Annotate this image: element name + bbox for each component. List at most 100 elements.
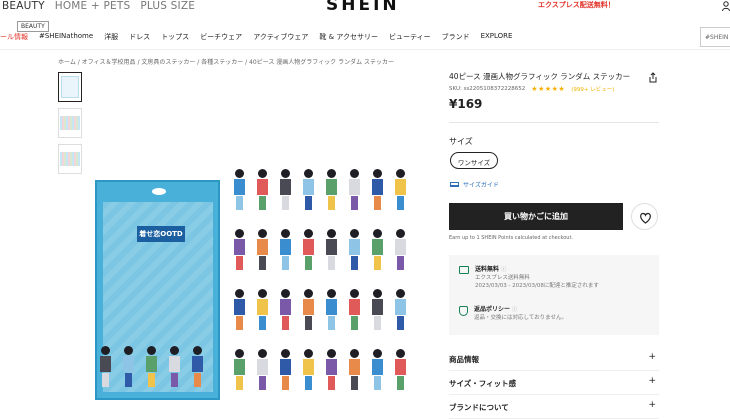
- sticker-figure: [192, 346, 203, 388]
- sticker-figure: [123, 346, 134, 388]
- shipping-text: 送料無料 ⓘ エクスプレス送料無料 2023/03/03 - 2023/03/0…: [475, 266, 599, 289]
- sticker-figure: [395, 229, 406, 271]
- search-input[interactable]: #SHEIN: [700, 27, 730, 47]
- nav-item-explore[interactable]: EXPLORE: [481, 32, 513, 42]
- sticker-figure: [372, 229, 383, 271]
- add-to-cart-button[interactable]: 買い物かごに追加: [449, 203, 623, 230]
- product-price: ¥169: [449, 97, 483, 111]
- sticker-figure: [257, 289, 268, 331]
- size-guide-label: サイズガイド: [463, 182, 499, 189]
- ruler-icon: [450, 182, 459, 187]
- shipping-line2: 2023/03/03 - 2023/03/08に配達と推定されます: [475, 283, 599, 289]
- nav-item-tops[interactable]: トップス: [161, 32, 189, 42]
- top-link-home-pets[interactable]: HOME + PETS: [55, 0, 131, 12]
- sticker-figure: [372, 289, 383, 331]
- accordion-brand[interactable]: ブランドについて +: [449, 396, 659, 419]
- shein-logo[interactable]: SHEIN: [326, 0, 400, 15]
- nav-item-sheinathome[interactable]: #SHEINathome: [39, 32, 93, 42]
- sticker-figure: [234, 289, 245, 331]
- top-link-plus-size[interactable]: PLUS SIZE: [140, 0, 195, 12]
- nav-item-activewear[interactable]: アクティブウェア: [253, 32, 308, 42]
- review-count-link[interactable]: (999+ レビュー): [571, 85, 614, 93]
- accordion-label: サイズ・フィット感: [449, 379, 517, 388]
- return-policy-text: 返品ポリシー ⓘ 返品・交換には対応しておりません。: [474, 306, 568, 321]
- return-policy-detail: 返品・交換には対応しておりません。: [474, 315, 568, 321]
- sticker-figure: [234, 229, 245, 271]
- shipping-info-box: 送料無料 ⓘ エクスプレス送料無料 2023/03/03 - 2023/03/0…: [449, 255, 659, 335]
- product-info: 40ピース 漫画人物グラフィック ランダム ステッカー: [449, 72, 659, 82]
- sticker-figure: [395, 289, 406, 331]
- beauty-tooltip: BEAUTY: [17, 21, 49, 32]
- thumbnail-image: [60, 152, 80, 166]
- accordion-product-info[interactable]: 商品情報 +: [449, 348, 659, 371]
- sticker-figure: [303, 169, 314, 211]
- nav-items: ール情報 #SHEINathome 洋服 ドレス トップス ビーチウェア アクテ…: [0, 32, 523, 42]
- thumbnail-1[interactable]: [58, 72, 82, 102]
- plus-icon: +: [648, 400, 656, 410]
- thumbnail-2[interactable]: [58, 108, 82, 138]
- points-note: Earn up to 1 SHEIN Points calculated at …: [449, 235, 573, 241]
- top-bar: BEAUTY HOME + PETS PLUS SIZE SHEIN エクスプレ…: [0, 0, 730, 24]
- shipping-title: 送料無料: [475, 266, 500, 273]
- nav-item-beachwear[interactable]: ビーチウェア: [200, 32, 242, 42]
- breadcrumb[interactable]: ホーム / オフィス＆学校用品 / 文房具のステッカー / 各種ステッカー / …: [58, 57, 394, 66]
- divider: [449, 122, 659, 123]
- sticker-figure: [349, 169, 360, 211]
- top-links: BEAUTY HOME + PETS PLUS SIZE: [2, 0, 195, 12]
- sticker-figure: [372, 169, 383, 211]
- sku-row: SKU: ss2205108372228652 ★★★★★ (999+ レビュー…: [449, 85, 614, 93]
- accordion-size-fit[interactable]: サイズ・フィット感 +: [449, 372, 659, 395]
- sticker-figure: [234, 169, 245, 211]
- product-title: 40ピース 漫画人物グラフィック ランダム ステッカー: [449, 72, 631, 81]
- accordion-label: ブランドについて: [449, 403, 509, 412]
- sticker-figure: [349, 229, 360, 271]
- size-option-onesize[interactable]: ワンサイズ: [450, 152, 498, 169]
- thumbnail-image: [61, 76, 79, 98]
- size-guide-link[interactable]: サイズガイド: [450, 180, 499, 189]
- accordion-label: 商品情報: [449, 355, 479, 364]
- heart-icon: [640, 212, 651, 224]
- plus-icon: +: [648, 376, 656, 386]
- nav-item-clothing[interactable]: 洋服: [104, 32, 118, 42]
- pack-label: 着せ恋OOTD: [137, 226, 185, 242]
- shipping-line1: エクスプレス送料無料: [475, 275, 530, 281]
- nav-item-shoes-accessories[interactable]: 靴 & アクセサリー: [319, 32, 378, 42]
- sticker-figure: [257, 169, 268, 211]
- user-icon[interactable]: [722, 1, 730, 11]
- rating-stars-icon: ★★★★★: [531, 85, 566, 93]
- sticker-figure: [303, 289, 314, 331]
- shield-icon: [459, 306, 468, 316]
- share-icon[interactable]: [648, 72, 658, 83]
- plus-icon: +: [648, 352, 656, 362]
- wishlist-button[interactable]: [631, 203, 658, 230]
- sticker-figure: [257, 229, 268, 271]
- thumbnail-list: [58, 72, 82, 180]
- sticker-figure: [169, 346, 180, 388]
- nav-item-brands[interactable]: ブランド: [442, 32, 470, 42]
- return-policy-title: 返品ポリシー: [474, 306, 511, 313]
- sticker-figure: [395, 169, 406, 211]
- shipping-row: 送料無料 ⓘ エクスプレス送料無料 2023/03/03 - 2023/03/0…: [459, 266, 599, 290]
- sticker-row-bottom: [98, 340, 428, 410]
- sticker-figure: [280, 169, 291, 211]
- pack-hanger-hole: [152, 188, 166, 195]
- top-link-beauty[interactable]: BEAUTY: [2, 0, 45, 12]
- sticker-figure: [100, 346, 111, 388]
- sticker-figure: [280, 229, 291, 271]
- sticker-figure: [349, 289, 360, 331]
- category-nav: ール情報 #SHEINathome 洋服 ドレス トップス ビーチウェア アクテ…: [0, 24, 730, 50]
- truck-icon: [459, 266, 469, 274]
- return-policy-row[interactable]: 返品ポリシー ⓘ 返品・交換には対応しておりません。: [459, 306, 567, 322]
- sticker-figure: [303, 229, 314, 271]
- sticker-figure: [326, 169, 337, 211]
- sticker-figure: [146, 346, 157, 388]
- nav-item-sale[interactable]: ール情報: [0, 32, 28, 42]
- thumbnail-image: [60, 116, 80, 130]
- thumbnail-3[interactable]: [58, 144, 82, 174]
- sticker-figure: [280, 289, 291, 331]
- sticker-figure: [326, 289, 337, 331]
- size-title: サイズ: [449, 137, 473, 146]
- sticker-figure: [326, 229, 337, 271]
- nav-item-dresses[interactable]: ドレス: [129, 32, 150, 42]
- nav-item-beauty[interactable]: ビューティー: [389, 32, 431, 42]
